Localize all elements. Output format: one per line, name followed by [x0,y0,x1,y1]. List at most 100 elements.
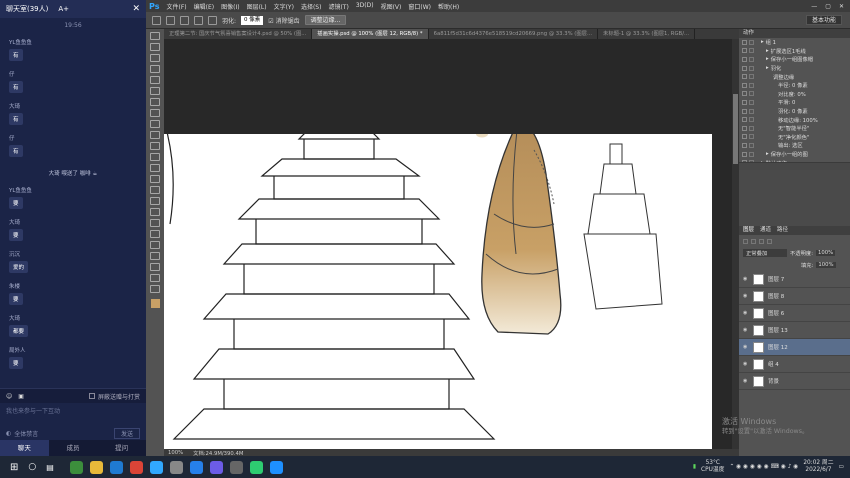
menu-item[interactable]: 视图(V) [381,2,402,11]
tool-icon[interactable] [150,241,160,249]
opacity-input[interactable]: 100% [815,250,836,256]
action-row[interactable]: 输出: 选区 [739,141,850,150]
clock[interactable]: 20:02 周二 2022/6/7 [803,460,833,474]
maximize-icon[interactable]: ▢ [825,3,831,10]
menu-item[interactable]: 帮助(H) [438,2,459,11]
action-row[interactable]: 羽化: 0 像素 [739,107,850,116]
tool-icon[interactable] [150,274,160,282]
visibility-eye-icon[interactable]: ◉ [743,276,749,282]
app-icon[interactable] [169,460,183,474]
layer-row[interactable]: ◉ 图层 7 [739,271,850,288]
tool-icon[interactable] [150,65,160,73]
tool-icon[interactable] [150,285,160,293]
layer-row[interactable]: ◉ 图层 12 [739,339,850,356]
tool-icon[interactable] [150,164,160,172]
menu-item[interactable]: 窗口(W) [408,2,431,11]
tab-channels[interactable]: 通道 [760,226,771,235]
app-icon[interactable] [209,460,223,474]
action-toggle[interactable] [742,82,747,88]
close-window-icon[interactable]: ✕ [839,3,844,10]
action-toggle[interactable] [742,65,747,71]
mute-toggle[interactable]: ◐ [6,430,11,437]
tab-layers[interactable]: 图层 [743,226,754,235]
dialog-toggle[interactable] [749,160,754,162]
action-toggle[interactable] [742,56,747,62]
tab-paths[interactable]: 路径 [777,226,788,235]
tool-icon[interactable] [150,120,160,128]
dialog-toggle[interactable] [749,134,754,140]
wechat-icon[interactable] [249,460,263,474]
doc-tab-active[interactable]: 插画实操.psd @ 100% (图层 12, RGB/8) * [312,29,429,39]
menu-item[interactable]: 滤镜(T) [328,2,348,11]
notification-icon[interactable]: ▭ [839,464,844,470]
dialog-toggle[interactable] [749,125,754,131]
action-toggle[interactable] [742,48,747,54]
edge-icon[interactable] [109,460,123,474]
doc-tab[interactable]: 正理第二节: 国庆节气氛喜销售案设计4.psd @ 50% (图... [164,29,313,39]
subtract-selection-icon[interactable] [194,15,203,25]
document-canvas[interactable] [164,39,739,449]
action-toggle[interactable] [742,74,747,80]
menu-item[interactable]: 文件(F) [166,2,186,11]
tool-icon[interactable] [150,87,160,95]
action-row[interactable]: 对比度: 0% [739,90,850,99]
tab-chat[interactable]: 聊天 [0,440,49,456]
visibility-eye-icon[interactable]: ◉ [743,310,749,316]
chrome-icon[interactable] [129,460,143,474]
tool-icon[interactable] [150,98,160,106]
dialog-toggle[interactable] [749,39,754,45]
visibility-eye-icon[interactable]: ◉ [743,293,749,299]
dialog-toggle[interactable] [749,91,754,97]
start-icon[interactable]: ⊞ [10,462,18,473]
block-gifts-checkbox[interactable]: 屏蔽送赠与打赏 [88,392,140,401]
blend-mode-select[interactable]: 正常叠加 [743,249,787,257]
menu-item[interactable]: 选择(S) [301,2,322,11]
tool-icon[interactable] [150,54,160,62]
dialog-toggle[interactable] [749,108,754,114]
artboard[interactable] [164,58,712,449]
action-toggle[interactable] [742,160,747,162]
explorer-icon[interactable] [89,460,103,474]
action-row[interactable]: ▸ 扩展选区1毛线 [739,47,850,56]
layer-row[interactable]: ◉ 组 4 [739,356,850,373]
tool-icon[interactable] [150,175,160,183]
new-selection-icon[interactable] [166,15,175,25]
doc-tab[interactable]: 未标题-1 @ 33.3% (图层1, RGB/... [598,29,696,39]
menu-item[interactable]: 图像(I) [221,2,239,11]
dialog-toggle[interactable] [749,74,754,80]
dialog-toggle[interactable] [749,142,754,148]
tool-icon[interactable] [150,142,160,150]
folder-triangle-icon[interactable]: ▸ [766,48,769,54]
vertical-scrollbar[interactable] [732,39,739,449]
action-row[interactable]: ▸ 羽化 [739,64,850,73]
action-toggle[interactable] [742,151,747,157]
folder-triangle-icon[interactable]: ▸ [766,56,769,62]
tool-icon[interactable] [150,219,160,227]
tool-icon[interactable] [150,263,160,271]
foreground-color-swatch[interactable] [150,299,160,308]
chat-input[interactable]: 我也来参与一下互动 [0,403,146,427]
filter-icon[interactable] [743,238,748,244]
lasso-tool-icon[interactable] [152,15,161,25]
dialog-toggle[interactable] [749,117,754,123]
action-row[interactable]: ▸ 组 1 [739,38,850,47]
action-toggle[interactable] [742,39,747,45]
dialog-toggle[interactable] [749,151,754,157]
minimize-icon[interactable]: — [811,3,817,10]
visibility-eye-icon[interactable]: ◉ [743,327,749,333]
action-row[interactable]: 无"智能半径" [739,124,850,133]
tool-icon[interactable] [150,153,160,161]
zoom-level[interactable]: 100% [168,450,183,456]
tool-icon[interactable] [150,109,160,117]
doc-tab[interactable]: 6a811f5d31c6d4376e518519cd20669.png @ 33… [429,29,599,39]
menu-item[interactable]: 文字(Y) [274,2,294,11]
layer-row[interactable]: ◉ 图层 13 [739,322,850,339]
ps-taskbar-icon[interactable] [189,460,203,474]
font-size-button[interactable]: A+ [58,5,69,13]
tray-icons[interactable]: ⌃ ◉ ◉ ◉ ◉ ◉ ⌨ ◉ ♪ ◉ [729,464,798,470]
app-icon[interactable] [229,460,243,474]
action-row[interactable]: 无"净化颜色" [739,133,850,142]
dialog-toggle[interactable] [749,99,754,105]
dialog-toggle[interactable] [749,48,754,54]
tool-icon[interactable] [150,131,160,139]
